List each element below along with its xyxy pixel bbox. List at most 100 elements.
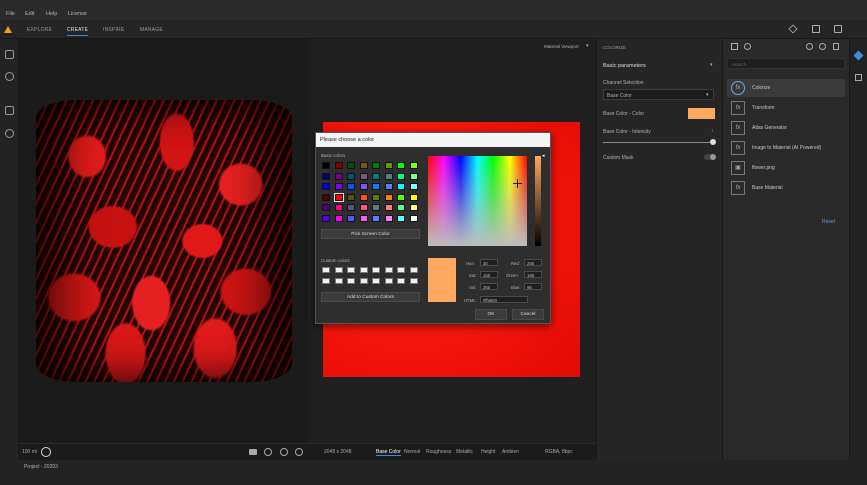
hue-sat-field[interactable] [428,156,527,246]
basic-color-swatch[interactable] [384,172,393,180]
section-title[interactable]: Basic parameters [603,63,646,69]
val-spinbox[interactable]: 255 [480,283,498,290]
ok-button[interactable]: OK [475,309,507,320]
target-icon[interactable] [280,448,288,456]
cylinder-preview[interactable] [36,100,292,382]
basic-color-swatch[interactable] [322,172,330,180]
menu-help[interactable]: Help [46,11,57,17]
custom-color-swatch[interactable] [334,267,343,273]
menu-file[interactable]: File [6,11,15,17]
custom-color-swatch[interactable] [322,278,330,284]
basic-color-swatch[interactable] [359,183,368,190]
custom-color-swatch[interactable] [359,267,368,273]
basic-color-swatch[interactable] [347,172,355,180]
share-icon[interactable] [834,25,842,33]
basic-color-swatch[interactable] [334,214,343,222]
basic-color-swatch[interactable] [409,193,418,201]
basic-color-swatch[interactable] [359,193,368,201]
basic-color-swatch[interactable] [347,183,355,190]
cube-icon[interactable] [788,24,798,34]
basic-color-swatch[interactable] [322,162,330,169]
basic-color-swatch[interactable] [384,183,393,190]
layout-icon[interactable] [812,25,820,33]
basic-color-swatch[interactable] [334,204,343,211]
add-custom-colors-button[interactable]: Add to Custom Colors [321,292,420,302]
custom-color-swatch[interactable] [397,278,405,284]
blue-spinbox[interactable]: 96 [524,283,542,290]
channel-roughness[interactable]: Roughness [426,449,451,455]
basic-color-swatch[interactable] [347,214,355,222]
channel-metallic[interactable]: Metallic [456,449,473,455]
menu-license[interactable]: License [68,11,87,17]
basic-color-swatch[interactable] [322,183,330,190]
basic-color-swatch[interactable] [372,162,380,169]
red-spinbox[interactable]: 255 [524,259,542,266]
custom-color-swatch[interactable] [347,267,355,273]
basic-color-swatch[interactable] [334,183,343,190]
basic-color-swatch[interactable] [409,183,418,190]
basic-color-swatch[interactable] [372,214,380,222]
export-icon[interactable] [855,74,862,81]
custom-color-swatch[interactable] [409,278,418,284]
custom-color-swatch[interactable] [347,278,355,284]
basic-color-swatch[interactable] [384,214,393,222]
basic-color-swatch[interactable] [384,204,393,211]
green-spinbox[interactable]: 168 [524,271,542,278]
basic-color-swatch[interactable] [322,193,330,201]
chevron-down-icon[interactable]: ▾ [710,62,713,68]
reset-view-icon[interactable] [295,448,303,456]
basic-color-swatch[interactable] [384,162,393,169]
basic-color-swatch[interactable] [359,214,368,222]
basic-color-swatch[interactable] [397,214,405,222]
monitor-icon[interactable] [5,106,14,115]
channel-height[interactable]: Height [481,449,495,455]
library-icon[interactable] [5,50,14,59]
basic-color-swatch[interactable] [322,204,330,211]
basic-color-swatch[interactable] [372,204,380,211]
custom-color-swatch[interactable] [322,267,330,273]
value-slider[interactable] [535,156,541,246]
layers-stack-icon[interactable] [853,50,864,61]
basic-color-swatch[interactable] [372,193,380,201]
tab-manage[interactable]: MANAGE [140,27,163,33]
layer-atlas-generator[interactable]: fx Atlas Generator [727,119,845,137]
zoom-ring-icon[interactable] [41,447,51,457]
add-fill-icon[interactable] [744,43,751,50]
channel-base-color[interactable]: Base Color [376,449,401,456]
material-icon[interactable] [5,72,14,81]
viewport-dropdown[interactable]: Material Viewport [544,44,579,49]
html-input[interactable]: #ffa860 [480,296,528,303]
intensity-slider-handle[interactable] [710,139,716,145]
basic-color-swatch[interactable] [334,162,343,169]
basic-color-swatch[interactable] [347,162,355,169]
basic-color-swatch[interactable] [409,162,418,169]
layer-transform[interactable]: fx Transform [727,99,845,117]
basic-color-swatch[interactable] [334,172,343,180]
tab-create[interactable]: CREATE [67,27,89,36]
basic-color-swatch[interactable] [359,162,368,169]
basic-color-swatch[interactable] [409,214,418,222]
sat-spinbox[interactable]: 158 [480,271,498,278]
basic-color-swatch[interactable] [333,192,344,202]
basic-color-swatch[interactable] [359,172,368,180]
add-layer-icon[interactable] [731,43,738,50]
menu-edit[interactable]: Edit [25,11,34,17]
channel-ambient[interactable]: Ambien [502,449,519,455]
gear-icon[interactable] [819,43,826,50]
hue-spinbox[interactable]: 30 [480,259,498,266]
tab-inspire[interactable]: INSPIRE [103,27,124,33]
basic-color-swatch[interactable] [397,172,405,180]
basic-color-swatch[interactable] [397,193,405,201]
basic-color-swatch[interactable] [372,172,380,180]
custom-color-swatch[interactable] [334,278,343,284]
basic-color-swatch[interactable] [384,193,393,201]
basic-color-swatch[interactable] [347,193,355,201]
basic-color-swatch[interactable] [397,204,405,211]
basic-color-swatch[interactable] [409,204,418,211]
custom-color-swatch[interactable] [397,267,405,273]
basic-color-swatch[interactable] [409,172,418,180]
pick-screen-color-button[interactable]: Pick Screen Color [321,229,420,239]
layer-flower-png[interactable]: ▣ flower.png [727,159,845,177]
custom-color-swatch[interactable] [372,267,380,273]
intensity-slider[interactable] [603,142,713,143]
